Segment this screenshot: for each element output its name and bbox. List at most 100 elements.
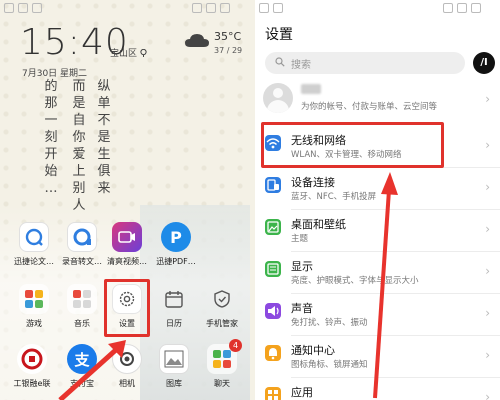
poem-character: 别 bbox=[72, 181, 86, 196]
highlight-settings-app bbox=[104, 279, 150, 337]
search-placeholder: 搜索 bbox=[291, 60, 311, 71]
settings-row-subtitle: 蓝牙、NFC、手机投屏 bbox=[291, 192, 377, 202]
app-label: 工银融e联 bbox=[13, 379, 51, 388]
chevron-right-icon: › bbox=[485, 390, 490, 400]
poem-character: 自 bbox=[72, 113, 86, 128]
poem-character: 是 bbox=[72, 96, 86, 111]
poem-character: 开 bbox=[44, 147, 58, 162]
location-pin-icon bbox=[140, 48, 147, 57]
battery-icon bbox=[220, 3, 230, 13]
wallpaper-poem-column: 而是自你爱上别人 bbox=[72, 78, 86, 214]
red-pointer-arrow bbox=[373, 172, 398, 399]
status-indicator-icon bbox=[32, 3, 42, 13]
sound-icon bbox=[265, 303, 281, 319]
poem-character: 单 bbox=[97, 96, 111, 111]
account-subtitle: 为你的帐号、付款与账单、云空间等 bbox=[301, 102, 438, 112]
settings-row-title: 显示 bbox=[291, 260, 313, 273]
poem-character: … bbox=[44, 181, 58, 196]
app-folder-games[interactable]: 游戏 bbox=[12, 284, 56, 329]
gallery-icon bbox=[159, 344, 189, 374]
settings-row-title: 设备连接 bbox=[291, 176, 335, 189]
notification-badge: 4 bbox=[229, 339, 242, 352]
pdf-converter-icon: P bbox=[161, 222, 191, 252]
app-label: 聊天 bbox=[214, 379, 230, 388]
account-name-redacted bbox=[301, 84, 321, 94]
app-recording-to-text[interactable]: 录音转文… bbox=[60, 222, 104, 267]
temperature-range: 37 / 29 bbox=[214, 46, 243, 55]
settings-row-title: 桌面和壁纸 bbox=[291, 218, 346, 231]
wallpaper-poem-column: 纵单不是生俱来 bbox=[97, 78, 111, 197]
poem-character: 那 bbox=[44, 96, 58, 111]
wifi-status-icon bbox=[457, 3, 467, 13]
app-label: 手机管家 bbox=[206, 319, 238, 328]
settings-row-title: 声音 bbox=[291, 302, 313, 315]
avatar bbox=[263, 83, 293, 113]
app-label: 清爽视频… bbox=[107, 257, 147, 266]
page-title: 设置 bbox=[265, 27, 293, 43]
home-screen: 15:40 宝山区 7月30日 星期二 35°C 37 / 29 的那一刻开始…… bbox=[0, 0, 250, 400]
location-label: 宝山区 bbox=[110, 46, 147, 59]
device-connect-icon bbox=[265, 177, 281, 193]
search-icon bbox=[275, 57, 285, 67]
screenshot-composite: 15:40 宝山区 7月30日 星期二 35°C 37 / 29 的那一刻开始…… bbox=[0, 0, 500, 400]
recording-icon bbox=[67, 222, 97, 252]
search-input[interactable]: 搜索 bbox=[265, 52, 465, 74]
signal-icon bbox=[192, 3, 202, 13]
app-icbc[interactable]: 工银融e联 bbox=[10, 344, 54, 389]
status-indicator-icon bbox=[4, 3, 14, 13]
red-pointer-arrow bbox=[58, 340, 126, 400]
poem-character: 的 bbox=[44, 79, 58, 94]
wallpaper-icon bbox=[265, 219, 281, 235]
settings-row-subtitle: 免打扰、铃声、振动 bbox=[291, 318, 368, 328]
app-label: 录音转文… bbox=[62, 257, 102, 266]
cloudy-weather-icon[interactable] bbox=[184, 32, 210, 48]
chat-folder-icon: 4 bbox=[207, 339, 242, 374]
chevron-right-icon: › bbox=[485, 138, 490, 152]
notification-icon bbox=[265, 345, 281, 361]
settings-row-subtitle: 图标角标、锁屏通知 bbox=[291, 360, 368, 370]
poem-character: 不 bbox=[97, 113, 111, 128]
account-row[interactable]: 为你的帐号、付款与账单、云空间等 › bbox=[255, 78, 500, 124]
settings-row-subtitle: 主题 bbox=[291, 234, 309, 244]
document-magnifier-icon bbox=[19, 222, 49, 252]
status-bar bbox=[0, 0, 250, 16]
poem-character: 而 bbox=[72, 79, 86, 94]
app-calendar[interactable]: 日历 bbox=[152, 284, 196, 329]
wifi-status-icon bbox=[206, 3, 216, 13]
settings-row-title: 应用 bbox=[291, 386, 313, 399]
status-indicator-icon bbox=[273, 3, 283, 13]
app-pdf-converter[interactable]: P 迅捷PDF… bbox=[154, 222, 198, 267]
poem-character: 你 bbox=[72, 130, 86, 145]
app-folder-chat[interactable]: 4 聊天 bbox=[200, 339, 244, 389]
poem-character: 刻 bbox=[44, 130, 58, 145]
apps-icon bbox=[265, 387, 281, 400]
poem-character: 生 bbox=[97, 147, 111, 162]
chevron-right-icon: › bbox=[485, 180, 490, 194]
chevron-right-icon: › bbox=[485, 348, 490, 362]
poem-character: 是 bbox=[97, 130, 111, 145]
app-folder-music[interactable]: 音乐 bbox=[60, 284, 104, 329]
app-video-editor[interactable]: 清爽视频… bbox=[105, 222, 149, 267]
chevron-right-icon: › bbox=[485, 264, 490, 278]
music-icon bbox=[67, 284, 97, 314]
highlight-wireless-row bbox=[261, 122, 444, 168]
app-label: 日历 bbox=[166, 319, 182, 328]
huawei-assistant-icon[interactable]: /I bbox=[473, 52, 495, 74]
app-label: 音乐 bbox=[74, 319, 90, 328]
poem-character: 俱 bbox=[97, 164, 111, 179]
calendar-icon bbox=[159, 284, 189, 314]
app-phone-manager[interactable]: 手机管家 bbox=[200, 284, 244, 329]
display-icon bbox=[265, 261, 281, 277]
poem-character: 来 bbox=[97, 181, 111, 196]
settings-row-title: 通知中心 bbox=[291, 344, 335, 357]
app-label: 游戏 bbox=[26, 319, 42, 328]
status-indicator-icon bbox=[259, 3, 269, 13]
video-editor-icon bbox=[112, 222, 142, 252]
app-gallery[interactable]: 图库 bbox=[152, 344, 196, 389]
app-xunjie-paper[interactable]: 迅捷论文… bbox=[12, 222, 56, 267]
poem-character: 始 bbox=[44, 164, 58, 179]
chevron-right-icon: › bbox=[485, 306, 490, 320]
status-bar bbox=[255, 0, 500, 16]
temperature-label: 35°C bbox=[214, 30, 242, 43]
battery-icon bbox=[471, 3, 481, 13]
